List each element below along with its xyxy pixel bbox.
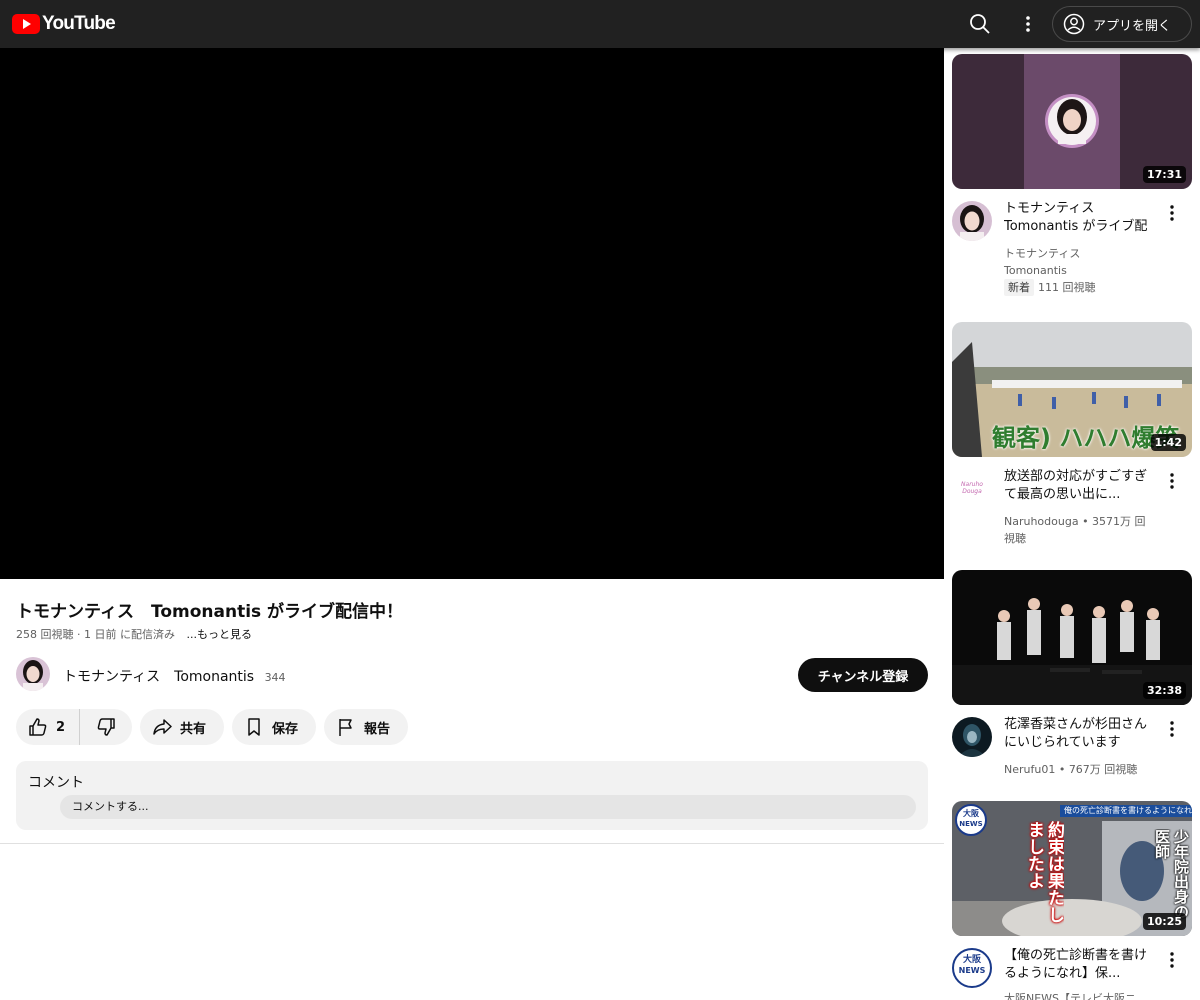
- share-arrow-icon: [153, 719, 172, 735]
- related-title[interactable]: トモナンティス Tomonantis がライブ配信中！: [1004, 200, 1154, 236]
- youtube-logo[interactable]: YouTube: [12, 12, 116, 36]
- kebab-menu-icon: [1170, 721, 1174, 737]
- comments-title: コメント: [28, 775, 84, 791]
- news-logo-top: 大阪: [963, 809, 979, 818]
- channel-avatar[interactable]: Naruho Douga: [952, 469, 992, 509]
- kebab-menu-icon: [1170, 952, 1174, 968]
- more-options-button[interactable]: [1012, 8, 1044, 40]
- open-app-button[interactable]: アプリを開く: [1052, 6, 1192, 42]
- save-label: 保存: [272, 721, 299, 737]
- like-dislike-group: 2: [16, 709, 132, 745]
- related-title[interactable]: 花澤香菜さんが杉田さんにいじられています: [1004, 716, 1154, 752]
- like-count: 2: [56, 719, 66, 735]
- video-player[interactable]: [0, 48, 944, 579]
- thumbnail-caption: 約束は果たしましたよ: [1024, 821, 1064, 923]
- subscriber-count: 344: [264, 671, 286, 684]
- channel-avatar[interactable]: 大阪 NEWS: [952, 948, 992, 988]
- flag-icon: [339, 719, 352, 736]
- subscribe-button[interactable]: チャンネル登録: [798, 658, 928, 692]
- duration-badge: 10:25: [1142, 913, 1186, 930]
- channel-line: Naruhodouga • 3571万 回: [1004, 515, 1146, 528]
- video-thumbnail[interactable]: 17:31: [952, 54, 1192, 189]
- video-title: トモナンティス Tomonantis がライブ配信中！: [16, 602, 404, 622]
- thumbnail-banner: 俺の死亡診断書を書けるようになれ: [1060, 805, 1192, 817]
- related-meta: Naruhodouga • 3571万 回 視聴: [1004, 513, 1154, 547]
- video-thumbnail[interactable]: 観客) ハハハ爆笑 1:42: [952, 322, 1192, 457]
- card-menu-button[interactable]: [1164, 470, 1180, 492]
- related-title[interactable]: 放送部の対応がすごすぎて最高の思い出に...: [1004, 468, 1154, 504]
- channel-avatar[interactable]: [952, 717, 992, 757]
- comment-input[interactable]: コメントする...: [60, 795, 916, 819]
- account-circle-icon: [1063, 13, 1085, 35]
- channel-avatar[interactable]: [952, 201, 992, 241]
- bookmark-icon: [248, 718, 260, 736]
- share-button[interactable]: 共有: [140, 709, 224, 745]
- card-menu-button[interactable]: [1164, 718, 1180, 740]
- video-meta[interactable]: 258 回視聴 · 1 日前 に配信済み ...もっと見る: [16, 626, 252, 642]
- logo-text: YouTube: [42, 13, 116, 34]
- channel-line: 視聴: [1004, 532, 1026, 545]
- save-button[interactable]: 保存: [232, 709, 316, 745]
- channel-line: 大阪NEWS【テレビ大阪ニ: [1004, 992, 1137, 1000]
- related-title[interactable]: 【俺の死亡診断書を書けるようになれ】保...: [1004, 947, 1154, 983]
- news-logo-top: 大阪: [962, 955, 981, 965]
- channel-line: Tomonantis: [1004, 264, 1067, 277]
- duration-badge: 17:31: [1142, 166, 1186, 183]
- news-logo-bottom: NEWS: [958, 966, 986, 975]
- open-app-label: アプリを開く: [1093, 18, 1172, 34]
- channel-name-row[interactable]: トモナンティス Tomonantis 344: [63, 666, 286, 686]
- kebab-menu-icon: [1170, 205, 1174, 221]
- new-badge: 新着: [1004, 279, 1034, 296]
- dislike-button[interactable]: [80, 709, 132, 745]
- streamed-date: 1 日前 に配信済み: [84, 628, 175, 641]
- stats-line: 新着 111 回視聴: [1004, 279, 1154, 296]
- channel-line: Nerufu01 • 767万 回視聴: [1004, 763, 1138, 776]
- channel-line: トモナンティス: [1004, 247, 1081, 260]
- video-thumbnail[interactable]: 32:38: [952, 570, 1192, 705]
- related-meta: トモナンティス Tomonantis 新着 111 回視聴: [1004, 245, 1154, 296]
- report-label: 報告: [364, 721, 391, 737]
- thumbs-up-icon: [29, 718, 47, 736]
- search-button[interactable]: [964, 8, 996, 40]
- like-button[interactable]: 2: [16, 709, 80, 745]
- channel-avatar[interactable]: [16, 657, 50, 691]
- related-meta: 大阪NEWS【テレビ大阪ニ: [1004, 990, 1154, 1000]
- top-bar: YouTube アプリを開く: [0, 0, 1200, 48]
- card-menu-button[interactable]: [1164, 202, 1180, 224]
- kebab-menu-icon: [1026, 16, 1030, 32]
- show-more-link[interactable]: ...もっと見る: [187, 628, 253, 641]
- dark-character-icon: [952, 717, 992, 757]
- search-icon: [970, 14, 990, 34]
- thumbs-down-icon: [97, 718, 115, 736]
- related-meta: Nerufu01 • 767万 回視聴: [1004, 761, 1154, 778]
- duration-badge: 32:38: [1142, 682, 1186, 699]
- channel-logo-text: Naruho Douga: [961, 481, 983, 495]
- share-label: 共有: [180, 721, 207, 737]
- youtube-play-icon: [12, 14, 40, 34]
- woman-portrait-icon: [16, 657, 50, 691]
- divider: [0, 843, 944, 844]
- video-thumbnail[interactable]: 俺の死亡診断書を書けるようになれ 大阪 NEWS 約束は果たしましたよ 少年院出…: [952, 801, 1192, 936]
- kebab-menu-icon: [1170, 473, 1174, 489]
- news-logo: 大阪 NEWS: [955, 804, 987, 836]
- woman-portrait-icon: [952, 201, 992, 241]
- view-count: 111 回視聴: [1038, 281, 1096, 294]
- report-button[interactable]: 報告: [324, 709, 408, 745]
- news-logo-bottom: NEWS: [959, 820, 983, 828]
- duration-badge: 1:42: [1150, 434, 1186, 451]
- channel-name: トモナンティス Tomonantis: [63, 669, 255, 685]
- card-menu-button[interactable]: [1164, 949, 1180, 971]
- comments-section[interactable]: コメント コメントする...: [16, 761, 928, 830]
- view-count: 258 回視聴: [16, 628, 74, 641]
- meta-separator: ·: [77, 628, 84, 641]
